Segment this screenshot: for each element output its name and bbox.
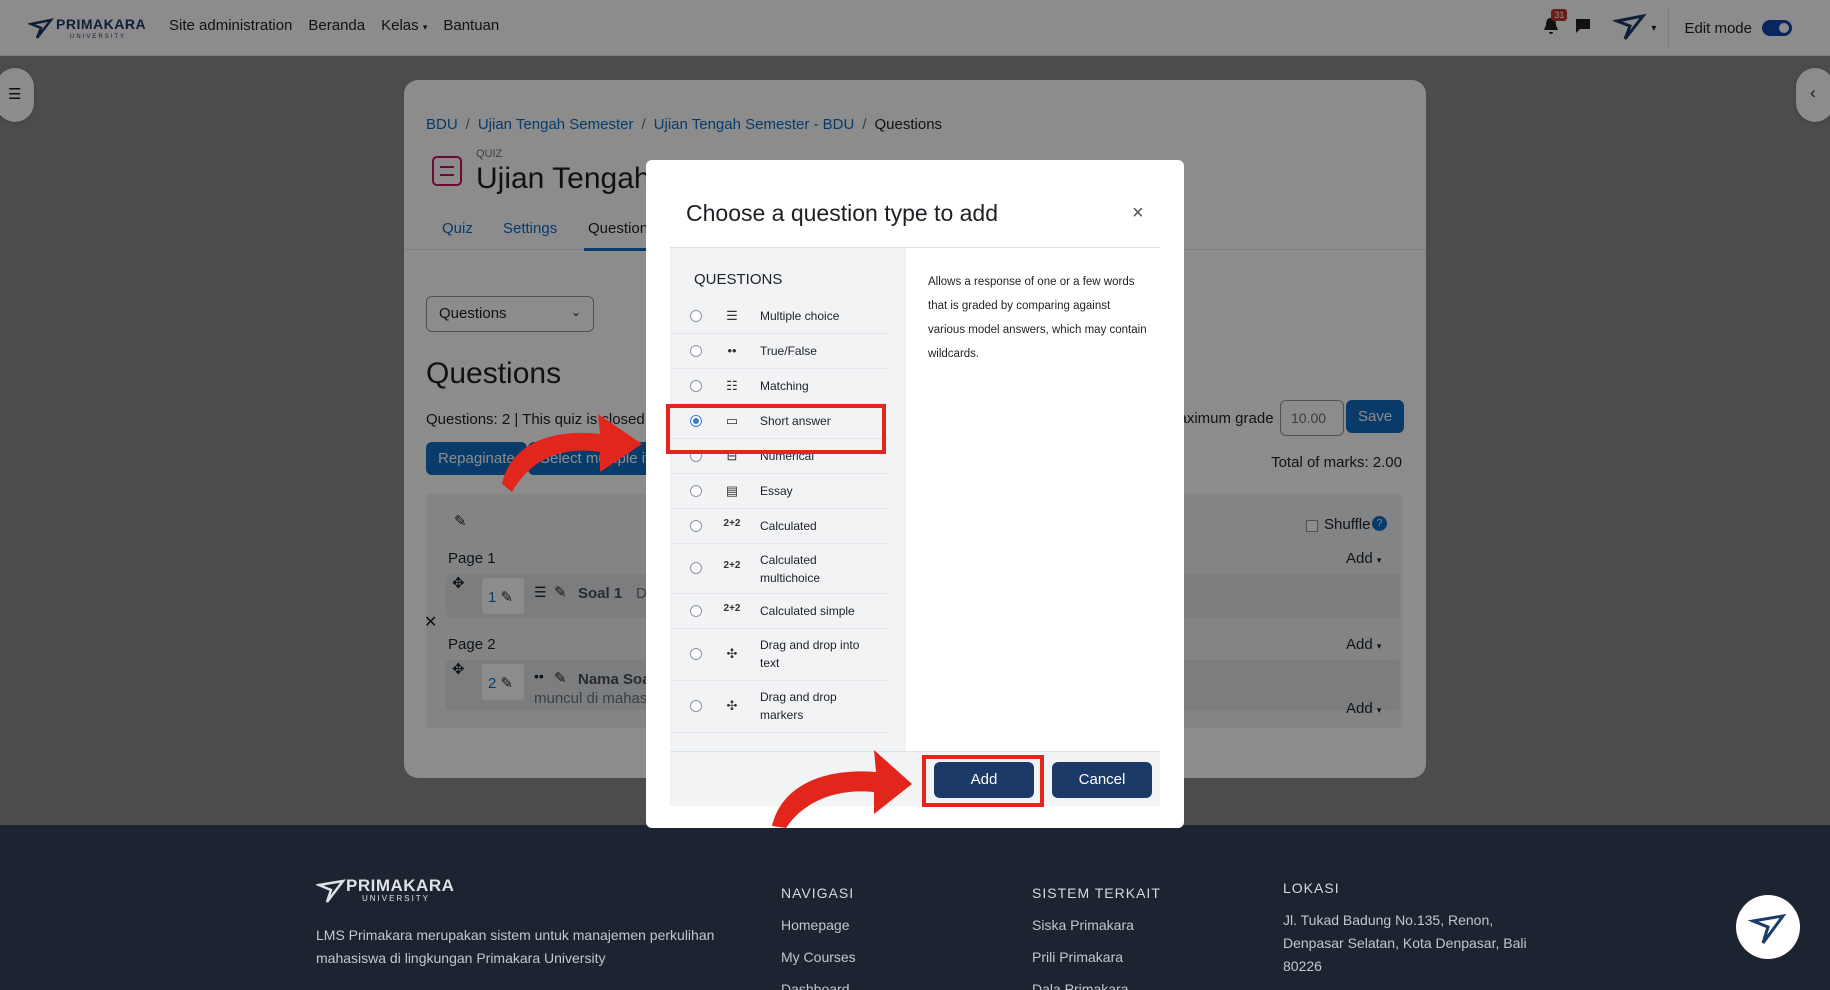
option-label: Matching: [760, 379, 809, 393]
modal-close-button[interactable]: ×: [1132, 202, 1144, 225]
drag-drop-icon: ✣: [726, 646, 738, 661]
option-true-false[interactable]: •• True/False: [670, 334, 890, 369]
option-label: Essay: [760, 484, 793, 498]
footer-heading: LOKASI: [1283, 880, 1340, 896]
cancel-button[interactable]: Cancel: [1052, 762, 1152, 798]
footer-address-line: Jl. Tukad Badung No.135, Renon,: [1283, 912, 1494, 928]
radio-button[interactable]: [690, 310, 702, 322]
footer-description: LMS Primakara merupakan sistem untuk man…: [316, 927, 715, 966]
radio-button[interactable]: [690, 520, 702, 532]
matching-icon: ☷: [726, 378, 738, 393]
questions-section-label: QUESTIONS: [694, 271, 783, 288]
question-type-description: Allows a response of one or a few words …: [928, 276, 1147, 360]
radio-button[interactable]: [690, 700, 702, 712]
truefalse-icon: ••: [727, 343, 737, 358]
calculated-multichoice-icon: 2+2: [723, 560, 741, 571]
footer: PRIMAKARA UNIVERSITY LMS Primakara merup…: [0, 825, 1830, 990]
star-logo-icon: [1748, 913, 1787, 944]
radio-button[interactable]: [690, 648, 702, 660]
option-calculated[interactable]: 2+2 Calculated: [670, 509, 890, 544]
star-logo-icon: [316, 879, 346, 903]
radio-button[interactable]: [690, 562, 702, 574]
option-label: True/False: [760, 344, 817, 358]
footer-link-homepage[interactable]: Homepage: [781, 909, 856, 941]
calculated-simple-icon: 2+2: [723, 603, 741, 614]
footer-link-my-courses[interactable]: My Courses: [781, 941, 856, 973]
calculated-icon: 2+2: [723, 518, 741, 529]
add-button-highlight-box: [922, 755, 1044, 807]
radio-button[interactable]: [690, 345, 702, 357]
option-calculated-multichoice[interactable]: 2+2 Calculated multichoice: [670, 544, 890, 594]
footer-address-line: 80226: [1283, 958, 1322, 974]
question-type-modal: Choose a question type to add × QUESTION…: [646, 160, 1184, 828]
option-label: Multiple choice: [760, 309, 840, 323]
option-label: Calculated multichoice: [760, 553, 821, 585]
footer-navigasi: NAVIGASI Homepage My Courses Dashboard: [781, 877, 856, 990]
footer-logo: PRIMAKARA UNIVERSITY: [316, 875, 454, 905]
footer-link-siska[interactable]: Siska Primakara: [1032, 909, 1161, 941]
option-drag-drop-markers[interactable]: ✣ Drag and drop markers: [670, 681, 890, 733]
footer-link-dashboard[interactable]: Dashboard: [781, 973, 856, 990]
footer-heading: NAVIGASI: [781, 885, 855, 901]
multichoice-icon: ☰: [726, 308, 738, 323]
footer-sistem-terkait: SISTEM TERKAIT Siska Primakara Prili Pri…: [1032, 877, 1161, 990]
option-label: Calculated simple: [760, 604, 855, 618]
option-matching[interactable]: ☷ Matching: [670, 369, 890, 404]
radio-button[interactable]: [690, 380, 702, 392]
footer-link-prili[interactable]: Prili Primakara: [1032, 941, 1161, 973]
option-label: Drag and drop markers: [760, 690, 837, 722]
radio-button[interactable]: [690, 605, 702, 617]
footer-heading: SISTEM TERKAIT: [1032, 885, 1161, 901]
annotation-arrow-icon: [772, 750, 912, 828]
chat-widget-button[interactable]: [1736, 895, 1800, 959]
drag-drop-markers-icon: ✣: [726, 698, 738, 713]
radio-button[interactable]: [690, 485, 702, 497]
annotation-arrow-icon: [502, 414, 642, 492]
short-answer-highlight-box: [666, 404, 886, 454]
modal-title: Choose a question type to add: [686, 200, 999, 226]
footer-lokasi: LOKASI Jl. Tukad Badung No.135, Renon, D…: [1283, 877, 1527, 978]
option-drag-drop-text[interactable]: ✣ Drag and drop into text: [670, 629, 890, 681]
option-label: Calculated: [760, 519, 817, 533]
footer-address-line: Denpasar Selatan, Kota Denpasar, Bali: [1283, 935, 1527, 951]
footer-brand-sub: UNIVERSITY: [362, 893, 431, 903]
footer-brand: PRIMAKARA: [346, 875, 455, 895]
option-label: Drag and drop into text: [760, 638, 860, 670]
essay-icon: ▤: [725, 483, 739, 498]
option-essay[interactable]: ▤ Essay: [670, 474, 890, 509]
option-calculated-simple[interactable]: 2+2 Calculated simple: [670, 594, 890, 629]
footer-link-dala[interactable]: Dala Primakara: [1032, 973, 1161, 990]
option-multiple-choice[interactable]: ☰ Multiple choice: [670, 299, 890, 334]
question-type-list: QUESTIONS ☰ Multiple choice •• True/False …: [670, 248, 906, 751]
